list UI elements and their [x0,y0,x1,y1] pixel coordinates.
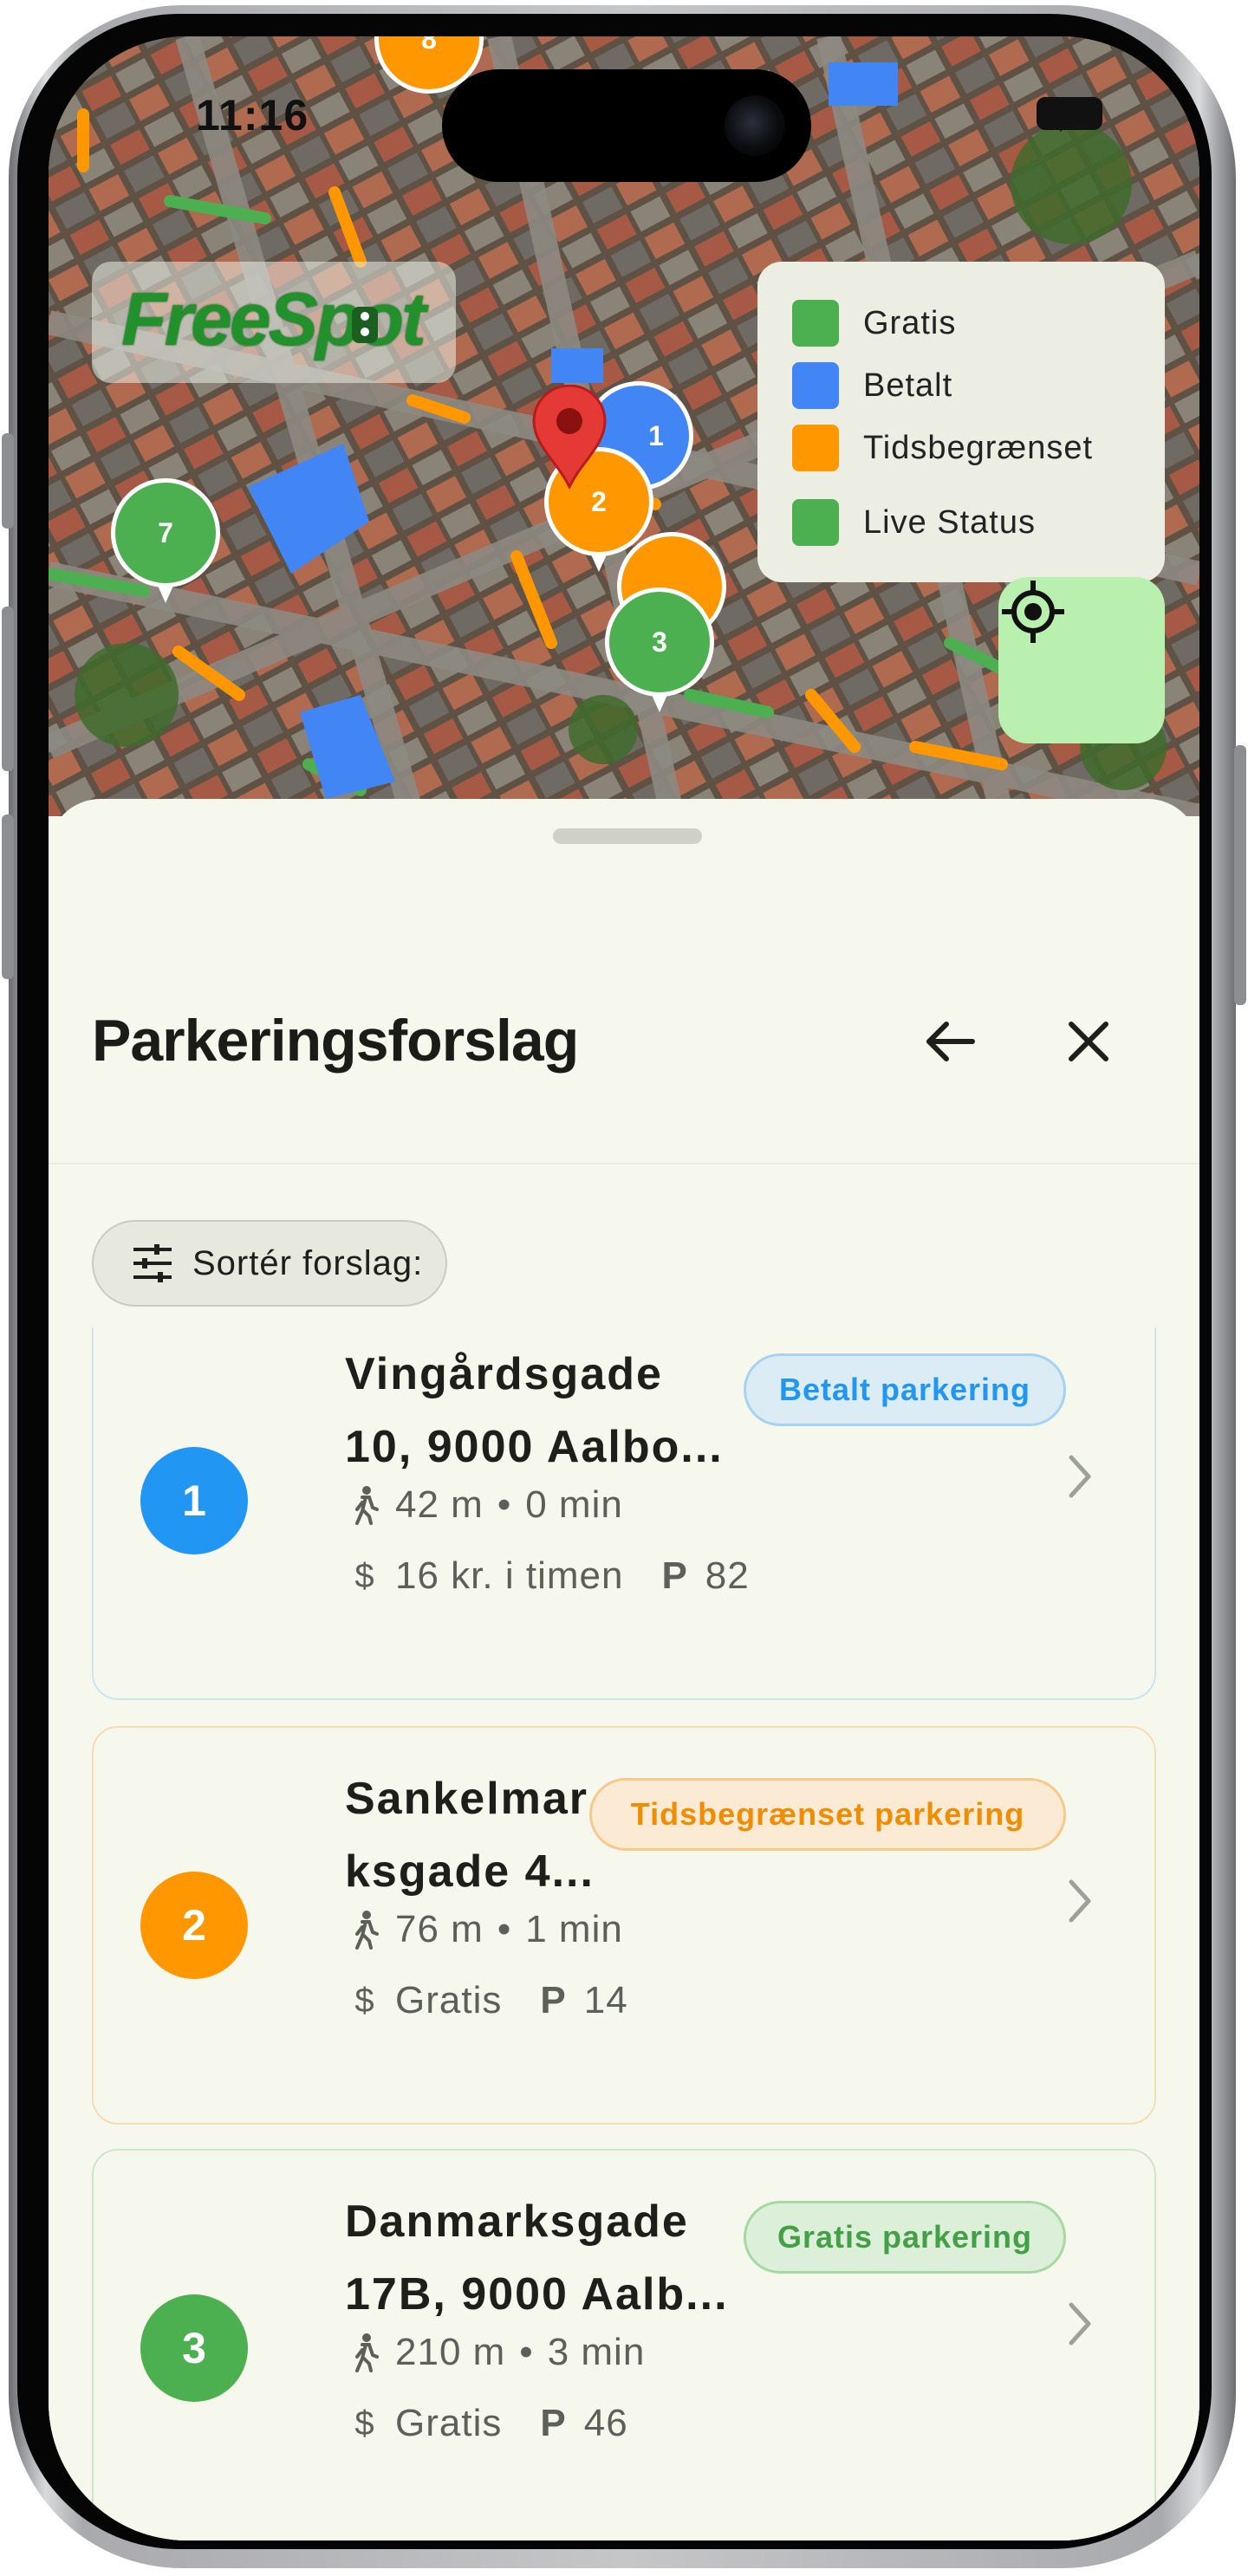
map-legend: Gratis Betalt Tidsbegrænset Live Status [757,262,1165,582]
legend-label: Betalt [863,367,953,404]
spots-count: 46 [583,2402,628,2444]
walk-info: 76 m • 1 min [350,1908,623,1951]
price-info: $ 16 kr. i timen P 82 [350,1554,750,1598]
parking-type-badge: Gratis parkering [744,2201,1066,2274]
legend-swatch [792,362,839,409]
wifi-icon [1037,97,1085,132]
parking-type-badge: Betalt parkering [744,1353,1066,1426]
suggestions-list[interactable]: 1 Vingårdsgade 10, 9000 Aalbo... Betalt … [49,1327,1199,2540]
map-marker-tail [158,586,173,603]
chevron-right-icon [1069,1879,1091,1923]
suggestions-sheet: Parkeringsforslag Sortér forslag: 1 Ving… [49,799,1199,2540]
legend-label: Gratis [863,304,957,341]
map-marker-tail [652,695,667,712]
walking-icon [355,2333,379,2372]
satellite-map[interactable]: 11:16 8 1 2 3 7 FreeSpot Gratis Betalt T… [49,36,1199,816]
my-location-button[interactable] [998,577,1165,743]
walk-info: 42 m • 0 min [350,1483,623,1527]
map-marker-label: 1 [648,419,664,451]
legend-label: Tidsbegrænset [863,429,1094,466]
close-button[interactable] [1054,1007,1123,1076]
volume-down-button [2,814,14,979]
dollar-icon: $ [354,2404,375,2443]
legend-item-live-status: Live Status [792,499,1036,546]
suggestion-number: 3 [140,2294,248,2402]
separator-dot: • [497,1483,512,1526]
price-text: Gratis [395,1979,503,2021]
close-icon [1069,1022,1108,1061]
page-title: Parkeringsforslag [92,1008,579,1074]
app-logo: FreeSpot [92,262,456,383]
volume-up-button [2,607,14,771]
legend-item-tidsbegraenset: Tidsbegrænset [792,425,1093,471]
walk-distance: 210 m [395,2331,506,2373]
parking-type-badge: Tidsbegrænset parkering [589,1778,1066,1851]
walk-time: 0 min [525,1483,623,1526]
current-destination-pin-icon[interactable] [532,385,607,489]
suggestion-card-2[interactable]: 2 Sankelmar ksgade 4... Tidsbegrænset pa… [92,1726,1156,2125]
suggestion-number: 1 [140,1447,248,1554]
traffic-light-icon [352,307,378,343]
sheet-header: Parkeringsforslag [49,799,1199,1074]
price-text: 16 kr. i timen [395,1554,624,1597]
chevron-right-icon [1069,2302,1091,2346]
walking-icon [355,1911,379,1950]
walk-info: 210 m • 3 min [350,2331,645,2374]
walk-time: 3 min [547,2331,646,2373]
suggestion-address: Sankelmar ksgade 4... [345,1774,595,1897]
parking-p-icon: P [540,1979,567,2021]
suggestion-address: Vingårdsgade 10, 9000 Aalbo... [345,1349,724,1472]
walk-distance: 42 m [395,1483,484,1526]
back-button[interactable] [915,1007,985,1076]
separator-dot: • [497,1908,512,1950]
dynamic-island [442,69,811,182]
dollar-icon: $ [354,1556,375,1595]
legend-item-gratis: Gratis [792,300,956,347]
action-button [2,433,14,529]
map-marker-label: 8 [421,36,437,55]
map-marker-label: 7 [158,516,173,548]
separator-dot: • [519,2331,534,2373]
map-marker-label: 3 [652,626,667,658]
sort-label: Sortér forslag: [192,1243,424,1282]
header-divider [49,1163,1199,1165]
walking-icon [355,1486,379,1525]
dollar-icon: $ [354,1981,375,2020]
legend-swatch [792,499,839,546]
walk-distance: 76 m [395,1908,484,1950]
front-camera [725,95,785,156]
suggestion-address: Danmarksgade 17B, 9000 Aalb... [345,2196,729,2320]
arrow-left-icon [926,1022,975,1061]
spots-count: 14 [583,1979,628,2021]
parking-p-icon: P [661,1554,688,1597]
suggestion-card-1[interactable]: 1 Vingårdsgade 10, 9000 Aalbo... Betalt … [92,1327,1156,1700]
chevron-right-icon [1069,1455,1091,1498]
tune-icon [133,1244,172,1282]
map-marker-label: 2 [591,485,607,517]
sort-suggestions-button[interactable]: Sortér forslag: [92,1220,447,1307]
legend-item-betalt: Betalt [792,362,952,409]
spots-count: 82 [705,1554,750,1597]
screen: 11:16 8 1 2 3 7 FreeSpot Gratis Betalt T… [49,36,1199,2540]
legend-label: Live Status [863,503,1036,541]
parking-p-icon: P [540,2402,567,2444]
power-button [1234,745,1246,1005]
status-time: 11:16 [196,91,309,140]
price-text: Gratis [395,2402,503,2444]
walk-time: 1 min [525,1908,623,1950]
legend-swatch [792,300,839,347]
status-icons [1037,97,1102,132]
price-info: $ Gratis P 14 [350,1979,628,2022]
map-marker-7[interactable]: 7 [111,478,220,587]
suggestion-number: 2 [140,1872,248,1979]
map-marker-tail [591,555,607,572]
suggestion-card-3[interactable]: 3 Danmarksgade 17B, 9000 Aalb... Gratis … [92,2149,1156,2540]
legend-swatch [792,425,839,471]
map-marker-3[interactable]: 3 [605,587,714,697]
crosshair-icon [1002,581,1064,643]
price-info: $ Gratis P 46 [350,2402,628,2445]
